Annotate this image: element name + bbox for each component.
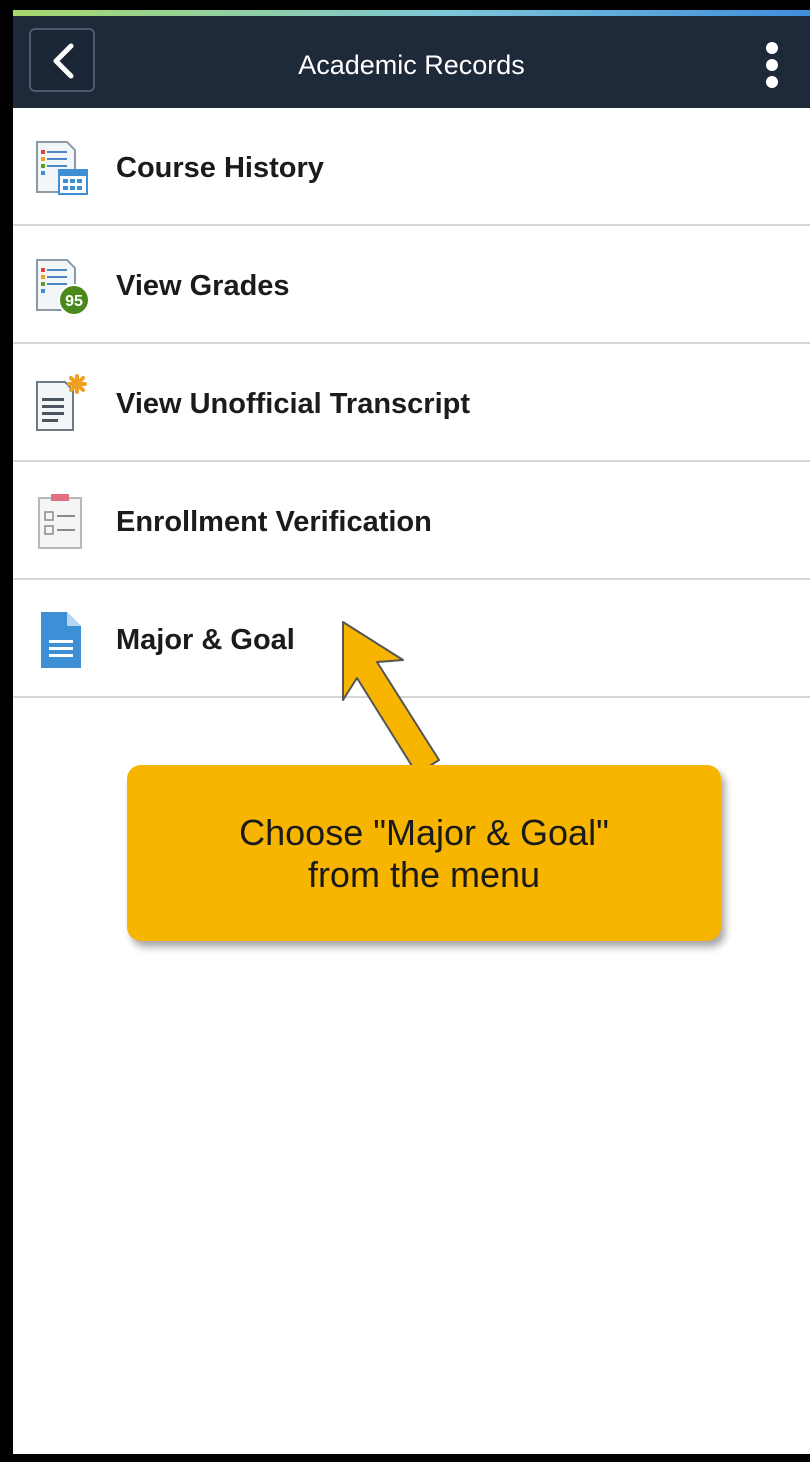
- menu-item-course-history[interactable]: Course History: [13, 108, 810, 226]
- transcript-icon: [36, 374, 87, 431]
- document-icon: [41, 612, 81, 668]
- callout-text: Choose "Major & Goal" from the menu: [127, 812, 721, 896]
- course-history-icon: [36, 141, 88, 195]
- menu-item-label: View Unofficial Transcript: [116, 388, 471, 420]
- instruction-callout: Choose "Major & Goal" from the menu: [127, 765, 721, 941]
- menu-item-label: Course History: [116, 152, 324, 184]
- page-title: Academic Records: [298, 50, 525, 80]
- menu-item-enrollment-verification[interactable]: Enrollment Verification: [13, 462, 810, 580]
- header-bar: Academic Records: [13, 16, 810, 108]
- menu-item-unofficial-transcript[interactable]: View Unofficial Transcript: [13, 344, 810, 462]
- enrollment-verification-icon: [38, 494, 82, 549]
- kebab-dot: [766, 42, 778, 54]
- menu-item-view-grades[interactable]: 95 View Grades: [13, 226, 810, 344]
- kebab-menu-button[interactable]: [762, 42, 782, 90]
- menu-item-label: Enrollment Verification: [116, 506, 432, 538]
- menu-item-label: Major & Goal: [116, 624, 295, 656]
- callout-line-2: from the menu: [307, 854, 541, 895]
- view-grades-icon: 95: [36, 259, 90, 316]
- kebab-dot: [766, 76, 778, 88]
- app-screen: Academic Records Course History 95 View …: [13, 10, 810, 1454]
- kebab-dot: [766, 59, 778, 71]
- grade-badge: 95: [65, 293, 83, 310]
- callout-arrow: [342, 621, 440, 775]
- menu-item-label: View Grades: [116, 270, 290, 302]
- callout-line-1: Choose "Major & Goal": [239, 812, 609, 853]
